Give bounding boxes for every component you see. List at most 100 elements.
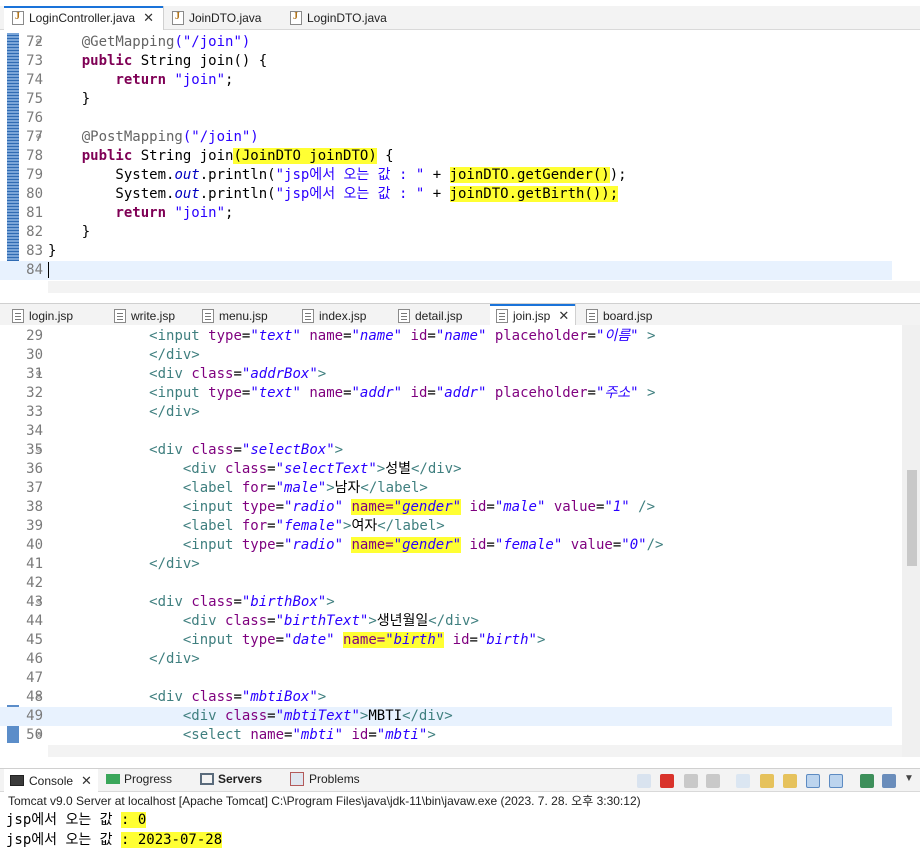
code-text: @GetMapping("/join") (48, 33, 251, 52)
code-token: = (267, 708, 276, 724)
code-token: = (267, 461, 276, 477)
code-token: = (267, 480, 276, 496)
line-number: 81 (26, 205, 43, 221)
line-number: 73 (26, 53, 43, 69)
code-line[interactable]: 31 ⊖ <div class="addrBox"> (0, 365, 892, 384)
pin-console-icon[interactable] (860, 774, 874, 788)
code-line[interactable]: 43 ⊖ <div class="birthBox"> (0, 593, 892, 612)
show-console-stderr-icon[interactable] (829, 774, 843, 788)
remove-all-icon[interactable] (706, 774, 720, 788)
code-line[interactable]: 45 <input type="date" name="birth" id="b… (0, 631, 892, 650)
code-line[interactable]: 73 public String join() { (0, 52, 892, 71)
display-console-icon[interactable] (882, 774, 896, 788)
code-token: value (570, 537, 613, 553)
java-code-editor[interactable]: 72 ⊖ @GetMapping("/join") 73 public String… (0, 31, 920, 293)
tab-problems[interactable]: Problems (290, 772, 360, 786)
code-token: </div> (149, 404, 200, 420)
code-line[interactable]: 72 ⊖ @GetMapping("/join") (0, 33, 892, 52)
code-line[interactable]: 38 <input type="radio" name="gender" id=… (0, 498, 892, 517)
tab-progress[interactable]: Progress (106, 772, 172, 786)
code-token: ; (225, 72, 234, 88)
code-line[interactable]: 83} (0, 242, 892, 261)
code-line[interactable]: 39 <label for="female">여자</label> (0, 517, 892, 536)
fold-toggle-icon[interactable]: ⊖ (36, 441, 41, 460)
code-token: (JoinDTO joinDTO) (233, 148, 377, 164)
code-line[interactable]: 42 (0, 574, 892, 593)
remove-launch-icon[interactable] (684, 774, 698, 788)
tab-logindto-java[interactable]: LoginDTO.java (290, 6, 387, 30)
code-line[interactable]: 30 </div> (0, 346, 892, 365)
fold-toggle-icon[interactable]: ⊖ (36, 593, 41, 612)
code-token: <div (149, 594, 183, 610)
horizontal-scrollbar[interactable] (48, 281, 920, 293)
code-token: name (309, 385, 344, 401)
code-token: > (536, 632, 546, 648)
show-console-stdout-icon[interactable] (806, 774, 820, 788)
tab-label: menu.jsp (219, 309, 268, 323)
jsp-code-editor[interactable]: 29 <input type="text" name="name" id="na… (0, 325, 920, 763)
code-text: System.out.println("jsp에서 오는 값 : " + joi… (48, 166, 627, 185)
fold-toggle-icon[interactable]: ⊖ (36, 33, 41, 52)
code-line[interactable]: 40 <input type="radio" name="gender" id=… (0, 536, 892, 555)
code-line[interactable]: 47 (0, 669, 892, 688)
code-line[interactable]: 78 public String join(JoinDTO joinDTO) { (0, 147, 892, 166)
reload-icon[interactable] (637, 774, 651, 788)
code-token: placeholder (494, 385, 588, 401)
code-text: <select name="mbti" id="mbti"> (48, 726, 436, 745)
fold-toggle-icon[interactable]: ⊖ (36, 726, 41, 745)
close-icon[interactable]: ✕ (81, 773, 92, 789)
code-token: name= (351, 537, 394, 553)
code-line[interactable]: 84 (0, 261, 892, 280)
code-line[interactable]: 50 ⊖ <select name="mbti" id="mbti"> (0, 726, 892, 745)
code-line[interactable]: 77 ⊖ @PostMapping("/join") (0, 128, 892, 147)
code-token: return (115, 205, 167, 221)
code-line[interactable]: 76 (0, 109, 892, 128)
code-line[interactable]: 36 <div class="selectText">성별</div> (0, 460, 892, 479)
code-line[interactable]: 34 (0, 422, 892, 441)
console-output[interactable]: jsp에서 오는 값 : 0 jsp에서 오는 값 : 2023-07-28 (0, 808, 920, 856)
code-line[interactable]: 29 <input type="text" name="name" id="na… (0, 327, 892, 346)
word-wrap-icon[interactable] (783, 774, 797, 788)
code-line[interactable]: 49 <div class="mbtiText">MBTI</div> (0, 707, 892, 726)
code-line[interactable]: 82 } (0, 223, 892, 242)
code-line[interactable]: 48 ⊖ <div class="mbtiBox"> (0, 688, 892, 707)
code-line[interactable]: 46 </div> (0, 650, 892, 669)
code-token: type (241, 499, 276, 515)
code-token: "text" (250, 328, 301, 344)
fold-toggle-icon[interactable]: ⊖ (36, 688, 41, 707)
view-menu-icon[interactable]: ▼ (904, 773, 914, 784)
code-line[interactable]: 44 <div class="birthText">생년월일</div> (0, 612, 892, 631)
scroll-lock-icon[interactable] (760, 774, 774, 788)
code-line[interactable]: 41 </div> (0, 555, 892, 574)
code-token: @PostMapping (81, 129, 183, 145)
terminate-icon[interactable] (660, 774, 674, 788)
code-line[interactable]: 81 return "join"; (0, 204, 892, 223)
scrollbar-thumb[interactable] (907, 470, 917, 566)
tab-joindto-java[interactable]: JoinDTO.java (172, 6, 261, 30)
close-icon[interactable]: ✕ (558, 308, 569, 324)
horizontal-scrollbar[interactable] (48, 745, 902, 757)
code-line[interactable]: 32 <input type="text" name="addr" id="ad… (0, 384, 892, 403)
code-line[interactable]: 79 System.out.println("jsp에서 오는 값 : " + … (0, 166, 892, 185)
tab-servers[interactable]: Servers (200, 772, 262, 786)
fold-toggle-icon[interactable]: ⊖ (36, 365, 41, 384)
code-token: { (376, 148, 394, 164)
code-token: > (376, 461, 386, 477)
close-icon[interactable]: ✕ (143, 10, 154, 26)
code-token: name (309, 328, 344, 344)
code-line[interactable]: 37 <label for="male">남자</label> (0, 479, 892, 498)
vertical-scrollbar[interactable] (902, 325, 920, 757)
clear-console-icon[interactable] (736, 774, 750, 788)
code-line[interactable]: 75 } (0, 90, 892, 109)
tab-console[interactable]: Console ✕ (4, 769, 98, 792)
tab-logincontroller-java[interactable]: LoginController.java ✕ (4, 6, 164, 30)
code-line[interactable]: 74 return "join"; (0, 71, 892, 90)
code-line[interactable]: 33 </div> (0, 403, 892, 422)
fold-toggle-icon[interactable]: ⊖ (36, 128, 41, 147)
code-token: = (368, 727, 377, 743)
code-line[interactable]: 35 ⊖ <div class="selectBox"> (0, 441, 892, 460)
code-line[interactable]: 80 System.out.println("jsp에서 오는 값 : " + … (0, 185, 892, 204)
